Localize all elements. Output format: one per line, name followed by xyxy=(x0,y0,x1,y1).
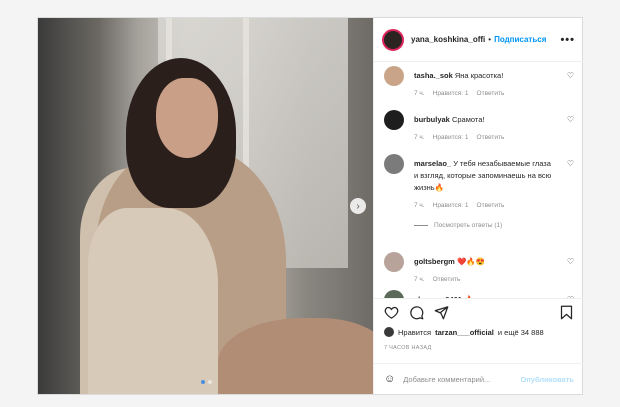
chevron-right-icon: › xyxy=(356,200,360,212)
post-time: 7 ЧАСОВ НАЗАД xyxy=(384,345,432,351)
post-card: › yana_koshkina_offi • Подписаться ••• t… xyxy=(37,17,584,395)
comment-avatar[interactable] xyxy=(384,154,404,174)
comment-input[interactable]: Добавьте комментарий... xyxy=(403,375,490,384)
heart-icon[interactable] xyxy=(384,305,399,320)
comment-time: 7 ч. xyxy=(414,276,425,283)
reply-button[interactable]: Ответить xyxy=(477,134,505,141)
comment-time: 7 ч. xyxy=(414,134,425,141)
post-header: yana_koshkina_offi • Подписаться ••• xyxy=(374,18,583,62)
comment-likes[interactable]: Нравится: 1 xyxy=(433,134,469,141)
comment-text: Яна красотка! xyxy=(454,71,504,80)
bookmark-icon[interactable] xyxy=(559,305,574,320)
author-avatar[interactable] xyxy=(382,28,404,51)
comment-time: 7 ч. xyxy=(414,90,425,97)
comment-item: marselao_ У тебя незабываемые глаза и вз… xyxy=(384,154,574,244)
comment-username[interactable]: tasha._sok xyxy=(414,71,453,80)
reply-button[interactable]: Ответить xyxy=(477,90,505,97)
comment-avatar[interactable] xyxy=(384,66,404,86)
post-actions xyxy=(374,298,584,326)
heart-icon[interactable]: ♡ xyxy=(567,71,574,80)
post-sidebar: yana_koshkina_offi • Подписаться ••• tas… xyxy=(373,18,584,394)
author-username[interactable]: yana_koshkina_offi xyxy=(411,35,485,44)
add-comment-bar: ☺ Добавьте комментарий... Опубликовать xyxy=(374,363,584,394)
more-options-icon[interactable]: ••• xyxy=(560,34,575,46)
comment-username[interactable]: goltsbergm xyxy=(414,257,455,266)
liker-avatar xyxy=(384,327,394,337)
comment-time: 7 ч. xyxy=(414,202,425,209)
comment-text: ❤️🔥😍 xyxy=(456,257,485,266)
view-replies-link[interactable]: Посмотреть ответы (1) xyxy=(414,222,502,229)
follow-button[interactable]: Подписаться xyxy=(494,35,546,44)
heart-icon[interactable]: ♡ xyxy=(567,257,574,266)
likes-suffix[interactable]: и ещё 34 888 xyxy=(498,328,544,337)
reply-button[interactable]: Ответить xyxy=(477,202,505,209)
page-background: › yana_koshkina_offi • Подписаться ••• t… xyxy=(0,0,620,407)
carousel-dot xyxy=(208,380,212,384)
post-photo[interactable]: › xyxy=(38,18,373,394)
share-icon[interactable] xyxy=(434,305,449,320)
liker-username[interactable]: tarzan___official xyxy=(435,328,494,337)
heart-icon[interactable]: ♡ xyxy=(567,159,574,168)
carousel-dot-active xyxy=(201,380,205,384)
header-separator: • xyxy=(488,35,492,44)
comment-avatar[interactable] xyxy=(384,110,404,130)
comment-username[interactable]: burbulyak xyxy=(414,115,450,124)
comment-username[interactable]: marselao_ xyxy=(414,159,451,168)
comment-avatar[interactable] xyxy=(384,290,404,298)
carousel-indicator xyxy=(201,380,212,384)
comment-item: burbulyak Срамота! 7 ч. Нравится: 1 Отве… xyxy=(384,110,574,150)
comment-avatar[interactable] xyxy=(384,252,404,272)
likes-summary[interactable]: Нравится tarzan___official и ещё 34 888 xyxy=(384,327,544,337)
publish-button[interactable]: Опубликовать xyxy=(520,375,574,384)
emoji-icon[interactable]: ☺ xyxy=(384,373,395,385)
comment-icon[interactable] xyxy=(409,305,424,320)
likes-prefix: Нравится xyxy=(398,327,432,337)
comment-text: Срамота! xyxy=(451,115,485,124)
comment-likes[interactable]: Нравится: 1 xyxy=(433,90,469,97)
heart-icon[interactable]: ♡ xyxy=(567,115,574,124)
view-replies-label: Посмотреть ответы (1) xyxy=(434,222,503,229)
comment-likes[interactable]: Нравится: 1 xyxy=(433,202,469,209)
comment-item: tasha._sok Яна красотка! 7 ч. Нравится: … xyxy=(384,66,574,106)
next-photo-button[interactable]: › xyxy=(350,198,366,214)
comments-list[interactable]: tasha._sok Яна красотка! 7 ч. Нравится: … xyxy=(374,62,584,298)
comment-item: abramov8401 🔥 ♡ xyxy=(384,290,574,298)
reply-button[interactable]: Ответить xyxy=(433,276,461,283)
comment-item: goltsbergm ❤️🔥😍 7 ч. Ответить ♡ xyxy=(384,252,574,288)
